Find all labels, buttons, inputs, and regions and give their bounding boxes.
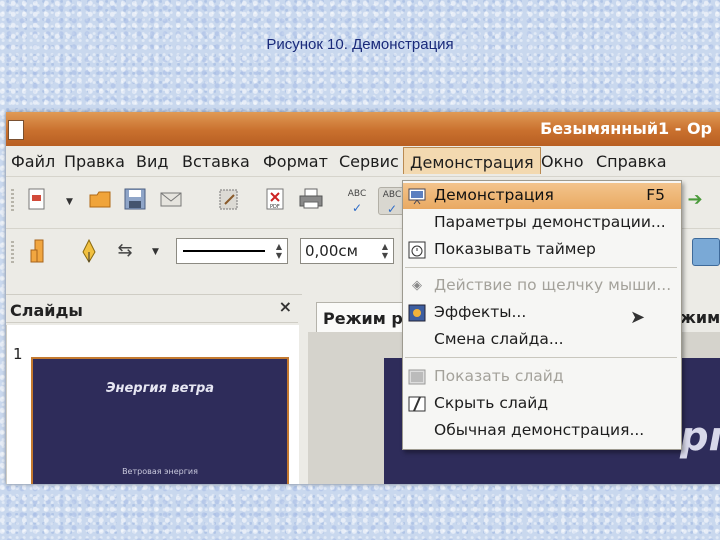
- menu-slideshow[interactable]: Демонстрация: [403, 147, 541, 174]
- slide-thumbnail[interactable]: Энергия ветра Ветровая энергия: [31, 357, 289, 484]
- line-width-value: 0,00см: [305, 242, 358, 260]
- title-bar: Безымянный1 - Op: [6, 112, 720, 146]
- menuitem-interaction[interactable]: ◈ Действие по щелчку мыши...: [403, 273, 681, 299]
- window-title: Безымянный1 - Op: [540, 119, 712, 138]
- slides-panel-header: Слайды ×: [6, 295, 298, 323]
- mouse-cursor-icon: ➤: [630, 307, 646, 328]
- new-document-icon[interactable]: [24, 187, 50, 213]
- close-icon[interactable]: ×: [279, 297, 292, 316]
- print-icon[interactable]: [298, 187, 324, 213]
- menu-tools[interactable]: Сервис: [339, 152, 399, 171]
- effects-icon: [408, 304, 426, 322]
- chevron-down-icon[interactable]: ▼: [66, 197, 73, 207]
- mail-icon[interactable]: [158, 187, 184, 213]
- presentation-icon: [408, 187, 426, 205]
- menu-separator: [405, 267, 677, 268]
- line-width-field[interactable]: 0,00см ▲ ▼: [300, 238, 394, 264]
- thumbnail-title: Энергия ветра: [105, 381, 215, 396]
- menuitem-hide-slide[interactable]: Скрыть слайд: [403, 391, 681, 417]
- menuitem-show-slide[interactable]: Показать слайд: [403, 364, 681, 390]
- tab-partial[interactable]: жим: [680, 308, 720, 327]
- menuitem-shortcut: F5: [646, 186, 665, 204]
- menuitem-label: Скрыть слайд: [434, 394, 549, 412]
- spellcheck-icon[interactable]: ABC ✓: [344, 187, 370, 215]
- open-folder-icon[interactable]: [88, 187, 114, 213]
- slide-number: 1: [13, 345, 23, 363]
- slides-panel-title: Слайды: [10, 301, 83, 320]
- hide-slide-icon: [408, 395, 426, 413]
- menu-separator: [405, 357, 677, 358]
- menuitem-show-timer[interactable]: Показывать таймер: [403, 237, 681, 263]
- line-style-preview: [183, 250, 265, 252]
- show-slide-icon: [408, 368, 426, 386]
- toolbar-grip[interactable]: [11, 241, 14, 265]
- menu-help[interactable]: Справка: [596, 152, 667, 171]
- menu-window[interactable]: Окно: [541, 152, 584, 171]
- spin-arrows-icon[interactable]: ▲ ▼: [273, 242, 285, 260]
- menu-format[interactable]: Формат: [263, 152, 328, 171]
- menuitem-label: Обычная демонстрация...: [434, 421, 645, 439]
- hand-select-icon[interactable]: [26, 238, 52, 264]
- menuitem-slideshow-settings[interactable]: Параметры демонстрации...: [403, 210, 681, 236]
- export-pdf-icon[interactable]: PDF: [262, 187, 288, 213]
- svg-text:PDF: PDF: [270, 204, 280, 210]
- figure-caption: Рисунок 10. Демонстрация: [266, 36, 454, 53]
- menuitem-custom-slideshow[interactable]: Обычная демонстрация...: [403, 418, 681, 444]
- menuitem-slideshow[interactable]: Демонстрация F5: [403, 183, 681, 209]
- pen-icon[interactable]: [76, 238, 102, 264]
- impress-window: Безымянный1 - Op Файл Правка Вид Вставка…: [6, 112, 720, 484]
- line-style-select[interactable]: ▲ ▼: [176, 238, 288, 264]
- slides-list: 1 Энергия ветра Ветровая энергия: [6, 325, 299, 484]
- toolbar-grip[interactable]: [11, 189, 14, 213]
- timer-icon: [408, 241, 426, 259]
- menu-view[interactable]: Вид: [136, 152, 168, 171]
- menuitem-label: Показывать таймер: [434, 240, 596, 258]
- menuitem-slide-transition[interactable]: Смена слайда...: [403, 327, 681, 353]
- menu-file[interactable]: Файл: [11, 152, 55, 171]
- menuitem-label: Смена слайда...: [434, 330, 564, 348]
- menuitem-label: Действие по щелчку мыши...: [434, 276, 672, 294]
- menuitem-label: Эффекты...: [434, 303, 527, 321]
- menu-edit[interactable]: Правка: [64, 152, 125, 171]
- menu-insert[interactable]: Вставка: [182, 152, 250, 171]
- spin-arrows-icon[interactable]: ▲ ▼: [379, 242, 391, 260]
- thumbnail-subtitle: Ветровая энергия: [122, 467, 198, 476]
- menuitem-label: Параметры демонстрации...: [434, 213, 666, 231]
- menu-bar: Файл Правка Вид Вставка Формат Сервис Де…: [6, 146, 720, 176]
- forward-arrow-icon[interactable]: ➔: [682, 187, 708, 213]
- slide-title-text: рг: [680, 414, 720, 460]
- chevron-down-icon[interactable]: ▼: [152, 247, 159, 257]
- arrow-style-icon[interactable]: ⇆: [112, 238, 138, 264]
- menuitem-label: Показать слайд: [434, 367, 564, 385]
- edit-file-icon[interactable]: [216, 187, 242, 213]
- save-icon[interactable]: [122, 187, 148, 213]
- app-icon[interactable]: [8, 120, 24, 140]
- menuitem-label: Демонстрация: [434, 186, 554, 204]
- area-color-icon[interactable]: [692, 238, 720, 266]
- slides-panel: Слайды × 1 Энергия ветра Ветровая энерги…: [6, 294, 302, 484]
- interaction-icon: ◈: [412, 278, 422, 293]
